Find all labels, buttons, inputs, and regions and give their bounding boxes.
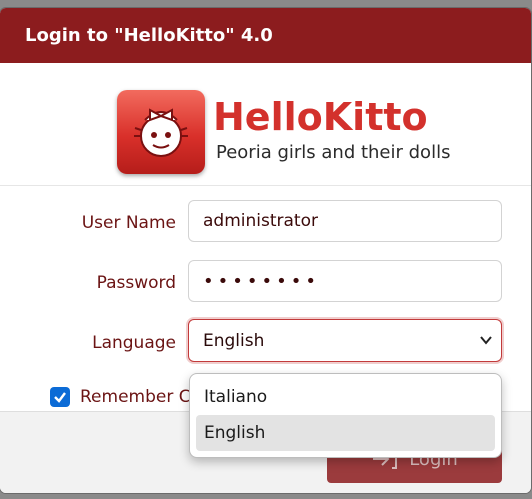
language-label: Language [92,333,176,353]
language-option-english[interactable]: English [196,415,495,451]
chevron-down-icon [480,336,492,345]
username-label: User Name [81,213,176,233]
language-option-italiano[interactable]: Italiano [196,379,495,415]
dialog-title: Login to "HelloKitto" 4.0 [0,8,531,63]
remember-label: Remember Credentials [80,387,195,407]
kitto-logo-icon [117,90,205,174]
remember-credentials[interactable]: Remember Credentials [50,387,195,407]
remember-checkbox[interactable] [50,387,70,407]
checkmark-icon [54,392,66,403]
password-label: Password [96,273,176,293]
language-select-value: English [203,330,265,351]
login-dialog: Login to "HelloKitto" 4.0 HelloKitto Peo… [0,8,531,493]
logo-title: HelloKitto [213,95,428,139]
logo-area: HelloKitto Peoria girls and their dolls [0,63,531,186]
username-input[interactable]: administrator [188,200,502,242]
logo-tagline: Peoria girls and their dolls [216,142,451,163]
language-dropdown-list: Italiano English [189,373,502,458]
password-input[interactable]: •••••••• [188,260,502,302]
language-select[interactable]: English [188,319,502,362]
